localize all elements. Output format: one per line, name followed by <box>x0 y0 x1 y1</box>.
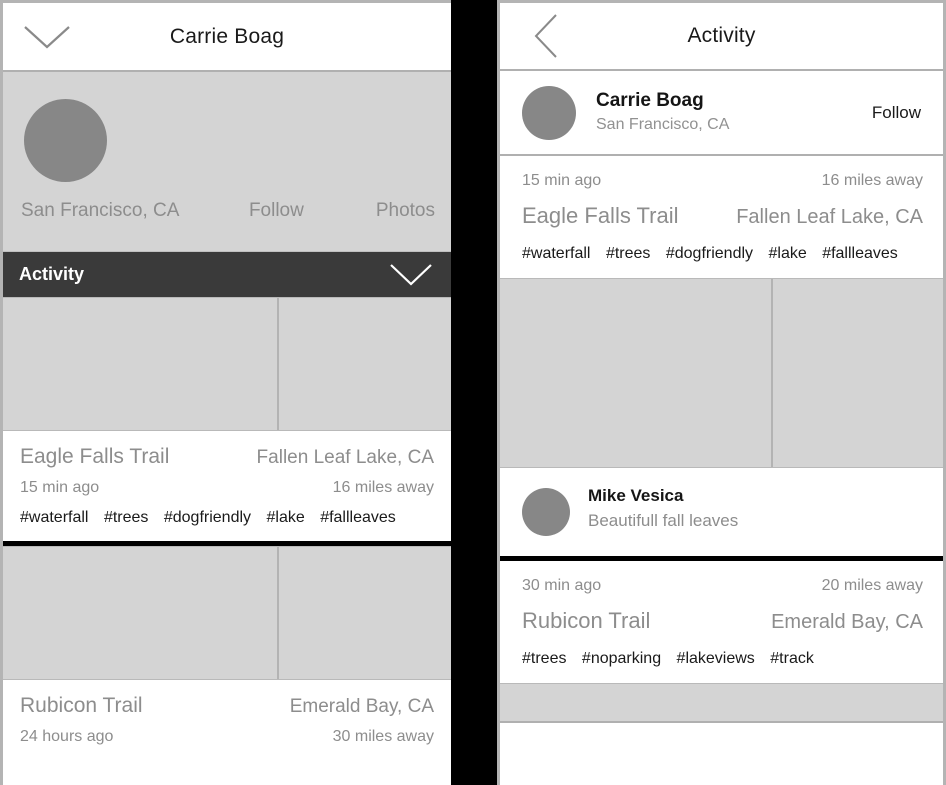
comment-row[interactable]: Mike Vesica Beautifull fall leaves <box>500 468 943 556</box>
card-meta-row: 15 min ago 16 miles away <box>20 479 434 497</box>
tag[interactable]: #waterfall <box>20 509 88 527</box>
card-title-row: Rubicon Trail Emerald Bay, CA <box>522 608 923 634</box>
tag[interactable]: #trees <box>104 509 148 527</box>
profile-text: Carrie Boag San Francisco, CA <box>596 89 872 136</box>
activity-card[interactable]: Rubicon Trail Emerald Bay, CA 24 hours a… <box>3 680 451 760</box>
card-title-row: Eagle Falls Trail Fallen Leaf Lake, CA <box>20 445 434 469</box>
profile-hero: San Francisco, CA Follow Photos <box>3 72 451 252</box>
distance: 30 miles away <box>332 728 434 745</box>
tag[interactable]: #trees <box>522 650 566 668</box>
trail-title: Rubicon Trail <box>20 694 143 717</box>
photo-strip[interactable] <box>3 546 451 680</box>
card-meta-row: 24 hours ago 30 miles away <box>20 728 434 746</box>
photo-placeholder[interactable] <box>771 279 943 467</box>
tag[interactable]: #dogfriendly <box>164 509 251 527</box>
comment-text: Mike Vesica Beautifull fall leaves <box>588 485 927 538</box>
page-title: Carrie Boag <box>169 24 285 48</box>
card-meta-row: 30 min ago 20 miles away <box>522 577 923 595</box>
tag[interactable]: #fallleaves <box>320 509 396 527</box>
card-title-row: Rubicon Trail Emerald Bay, CA <box>20 694 434 718</box>
timestamp: 15 min ago <box>522 172 602 189</box>
timestamp: 15 min ago <box>20 479 100 496</box>
activity-card[interactable]: 15 min ago 16 miles away Eagle Falls Tra… <box>500 156 943 278</box>
trail-title: Eagle Falls Trail <box>522 203 679 228</box>
profile-hero-row: San Francisco, CA Follow Photos <box>3 200 451 222</box>
photo-placeholder[interactable] <box>277 547 451 679</box>
avatar <box>522 85 576 140</box>
comment-body: Beautifull fall leaves <box>588 510 739 530</box>
follow-button[interactable]: Follow <box>872 103 927 123</box>
photo-placeholder[interactable] <box>500 683 943 723</box>
profile-location: San Francisco, CA <box>596 115 730 133</box>
distance: 20 miles away <box>821 577 923 594</box>
timestamp: 30 min ago <box>522 577 602 594</box>
photo-placeholder[interactable] <box>500 279 771 467</box>
comment-author: Mike Vesica <box>588 486 684 506</box>
distance: 16 miles away <box>332 479 434 496</box>
tag[interactable]: #lake <box>266 509 304 527</box>
tag[interactable]: #track <box>770 650 814 668</box>
trail-place: Emerald Bay, CA <box>771 611 923 633</box>
photo-strip[interactable] <box>500 278 943 468</box>
page-title: Activity <box>687 24 756 47</box>
card-title-row: Eagle Falls Trail Fallen Leaf Lake, CA <box>522 203 923 229</box>
wireframe-stage: Carrie Boag San Francisco, CA Follow Pho… <box>0 0 946 785</box>
photo-placeholder[interactable] <box>277 298 451 430</box>
tag[interactable]: #trees <box>606 245 650 263</box>
distance: 16 miles away <box>821 172 923 189</box>
chevron-down-icon[interactable] <box>388 261 434 289</box>
tag[interactable]: #lakeviews <box>677 650 755 668</box>
tag[interactable]: #noparking <box>582 650 661 668</box>
avatar <box>24 99 107 182</box>
trail-title: Rubicon Trail <box>522 608 651 633</box>
profile-row[interactable]: Carrie Boag San Francisco, CA Follow <box>500 71 943 156</box>
tag-list: #trees #noparking #lakeviews #track <box>522 650 923 668</box>
photo-placeholder[interactable] <box>3 547 277 679</box>
trail-place: Fallen Leaf Lake, CA <box>736 206 923 228</box>
chevron-down-icon[interactable] <box>21 20 73 54</box>
tag[interactable]: #lake <box>768 245 806 263</box>
photo-strip[interactable] <box>3 297 451 431</box>
tag[interactable]: #fallleaves <box>822 245 898 263</box>
profile-name: Carrie Boag <box>596 90 704 112</box>
tag-list: #waterfall #trees #dogfriendly #lake #fa… <box>20 509 434 527</box>
activity-card[interactable]: Eagle Falls Trail Fallen Leaf Lake, CA 1… <box>3 431 451 541</box>
tag-list: #waterfall #trees #dogfriendly #lake #fa… <box>522 245 923 263</box>
profile-location: San Francisco, CA <box>21 200 180 221</box>
avatar <box>522 488 570 536</box>
trail-title: Eagle Falls Trail <box>20 445 170 468</box>
card-meta-row: 15 min ago 16 miles away <box>522 172 923 190</box>
activity-section-bar[interactable]: Activity <box>3 252 451 297</box>
left-navbar: Carrie Boag <box>3 3 451 72</box>
chevron-left-icon[interactable] <box>526 14 566 58</box>
activity-card[interactable]: 30 min ago 20 miles away Rubicon Trail E… <box>500 561 943 683</box>
trail-place: Fallen Leaf Lake, CA <box>256 447 434 468</box>
photos-button[interactable]: Photos <box>376 200 435 222</box>
left-screen: Carrie Boag San Francisco, CA Follow Pho… <box>0 0 451 785</box>
right-navbar: Activity <box>500 3 943 71</box>
follow-button[interactable]: Follow <box>249 200 304 222</box>
photo-placeholder[interactable] <box>3 298 277 430</box>
activity-section-label: Activity <box>19 264 85 284</box>
timestamp: 24 hours ago <box>20 728 114 745</box>
trail-place: Emerald Bay, CA <box>289 696 434 717</box>
tag[interactable]: #dogfriendly <box>666 245 753 263</box>
right-screen: Activity Carrie Boag San Francisco, CA F… <box>497 0 946 785</box>
tag[interactable]: #waterfall <box>522 245 590 263</box>
